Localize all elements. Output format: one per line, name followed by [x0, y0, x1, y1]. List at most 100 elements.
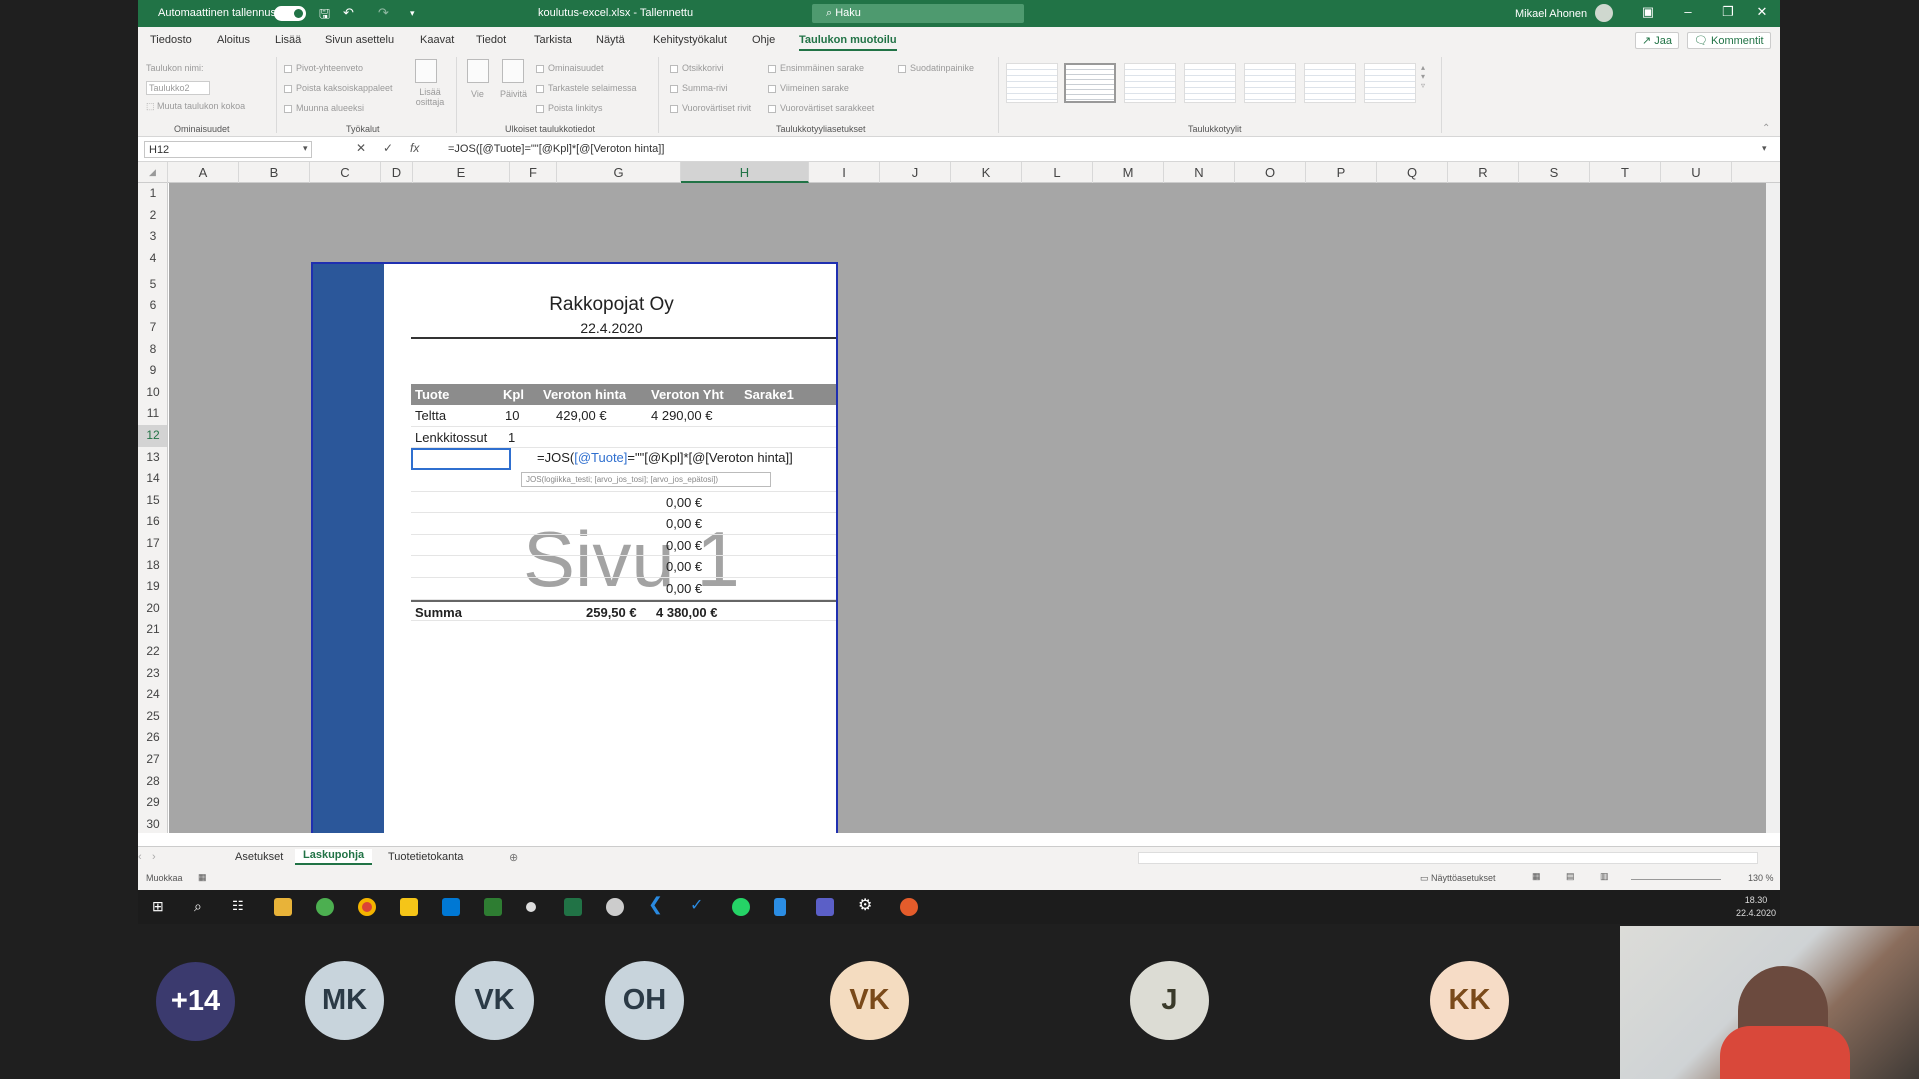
column-header[interactable]: F [510, 162, 557, 183]
undo-icon[interactable]: ↶ [343, 5, 354, 21]
search-icon[interactable]: ⌕ [194, 898, 212, 916]
cell-qty[interactable]: 10 [505, 408, 519, 423]
row-header[interactable]: 8 [138, 339, 167, 361]
task-view-icon[interactable]: ☷ [232, 898, 250, 916]
sheet-tab[interactable]: Asetukset [235, 851, 283, 863]
windows-start-icon[interactable]: ⊞ [152, 898, 170, 916]
macro-record-icon[interactable]: ▦ [198, 872, 207, 883]
tab-table-design[interactable]: Taulukon muotoilu [799, 34, 897, 51]
name-box[interactable]: H12 [144, 141, 312, 158]
selected-cell[interactable] [411, 448, 511, 470]
table-style-thumb[interactable] [1364, 63, 1416, 103]
in-cell-formula-editor[interactable]: =JOS([@Tuote]=""[@Kpl]*[@[Veroton hinta]… [537, 450, 793, 465]
header-column1[interactable]: Sarake1 [744, 387, 794, 402]
tab-home[interactable]: Aloitus [217, 34, 250, 46]
row-header[interactable]: 23 [138, 663, 167, 685]
tab-view[interactable]: Näytä [596, 34, 625, 46]
teams-icon[interactable] [816, 898, 834, 916]
table-style-thumb[interactable] [1006, 63, 1058, 103]
table-style-thumb[interactable] [1244, 63, 1296, 103]
chrome-icon[interactable] [358, 898, 376, 916]
tab-formulas[interactable]: Kaavat [420, 34, 454, 46]
filter-button-checkbox[interactable]: Suodatinpainike [898, 63, 974, 73]
row-header[interactable]: 22 [138, 641, 167, 663]
table-name-input[interactable]: Taulukko2 [146, 81, 210, 95]
header-unit-price[interactable]: Veroton hinta [543, 387, 626, 402]
column-header[interactable]: M [1093, 162, 1164, 183]
firefox-icon[interactable] [900, 898, 918, 916]
file-explorer-icon[interactable] [274, 898, 292, 916]
close-icon[interactable]: ✕ [1750, 4, 1774, 20]
company-name[interactable]: Rakkopojat Oy [313, 294, 836, 316]
customize-qat-icon[interactable]: ▾ [410, 8, 415, 19]
save-icon[interactable]: 🖫 [319, 5, 330, 27]
search-box[interactable]: ⌕ Haku [812, 4, 1024, 23]
row-header[interactable]: 21 [138, 619, 167, 641]
header-row-checkbox[interactable]: Otsikkorivi [670, 63, 724, 73]
table-style-thumb[interactable] [1184, 63, 1236, 103]
open-browser-button[interactable]: Tarkastele selaimessa [536, 83, 637, 93]
tab-page-layout[interactable]: Sivun asettelu [325, 34, 394, 46]
tab-review[interactable]: Tarkista [534, 34, 572, 46]
zoom-level[interactable]: 130 % [1748, 873, 1774, 883]
whatsapp-icon[interactable] [732, 898, 750, 916]
sheet-nav-prev-icon[interactable]: ‹ [138, 851, 142, 863]
sheet-tab[interactable]: Tuotetietokanta [388, 851, 463, 863]
row-header[interactable]: 1 [138, 183, 167, 205]
row-header[interactable]: 17 [138, 533, 167, 555]
header-qty[interactable]: Kpl [503, 387, 524, 402]
row-header[interactable]: 4 [138, 248, 167, 270]
settings-icon[interactable]: ⚙ [858, 895, 876, 914]
formula-input[interactable]: =JOS([@Tuote]=""[@Kpl]*[@[Veroton hinta]… [448, 143, 664, 155]
sheet-tab-active[interactable]: Laskupohja [295, 849, 373, 865]
banded-rows-checkbox[interactable]: Vuorovärtiset rivit [670, 103, 751, 113]
row-header[interactable]: 18 [138, 555, 167, 577]
participant-avatar[interactable]: MK [305, 961, 384, 1040]
participant-avatar[interactable]: KK [1430, 961, 1509, 1040]
page-layout-view-icon[interactable]: ▤ [1566, 871, 1575, 882]
outlook-icon[interactable] [442, 898, 460, 916]
column-header[interactable]: K [951, 162, 1022, 183]
cell-qty[interactable]: 1 [508, 430, 515, 445]
excel-icon[interactable] [564, 898, 582, 916]
select-all-corner[interactable]: ◢ [138, 162, 168, 183]
row-header[interactable]: 24 [138, 684, 167, 706]
column-header[interactable]: T [1590, 162, 1661, 183]
column-header[interactable]: U [1661, 162, 1732, 183]
comments-button[interactable]: 🗨 Kommentit [1687, 32, 1771, 49]
autosave-toggle[interactable] [274, 6, 306, 21]
ribbon-display-icon[interactable]: ▣ [1636, 4, 1660, 20]
record-icon[interactable] [526, 902, 536, 912]
row-header[interactable]: 11 [138, 403, 167, 425]
browser-icon[interactable] [316, 898, 334, 916]
row-header[interactable]: 29 [138, 792, 167, 814]
last-column-checkbox[interactable]: Viimeinen sarake [768, 83, 849, 93]
notes-app-icon[interactable] [400, 898, 418, 916]
user-name[interactable]: Mikael Ahonen [1515, 8, 1587, 20]
minimize-icon[interactable]: – [1676, 4, 1700, 19]
cell-net-total[interactable]: 0,00 € [666, 559, 702, 574]
row-header[interactable]: 30 [138, 814, 167, 833]
sheet-nav-next-icon[interactable]: › [152, 851, 156, 863]
column-header[interactable]: G [557, 162, 681, 183]
remove-duplicates-button[interactable]: Poista kaksoiskappaleet [284, 83, 393, 93]
add-sheet-icon[interactable]: ⊕ [509, 851, 518, 864]
share-button[interactable]: ↗ Jaa [1635, 32, 1680, 49]
system-clock[interactable]: 18.30 22.4.2020 [1736, 894, 1776, 920]
cell-product[interactable]: Teltta [415, 408, 446, 423]
row-header[interactable]: 13 [138, 447, 167, 469]
column-header[interactable]: O [1235, 162, 1306, 183]
export-button[interactable]: Vie [471, 89, 484, 99]
table-style-thumb-selected[interactable] [1064, 63, 1116, 103]
collapse-ribbon-icon[interactable]: ⌃ [1762, 123, 1770, 134]
zoom-slider[interactable] [1631, 879, 1721, 880]
column-header[interactable]: P [1306, 162, 1377, 183]
column-header[interactable]: N [1164, 162, 1235, 183]
column-header[interactable]: A [168, 162, 239, 183]
restore-icon[interactable]: ❐ [1716, 4, 1740, 20]
tab-data[interactable]: Tiedot [476, 34, 506, 46]
banded-columns-checkbox[interactable]: Vuorovärtiset sarakkeet [768, 103, 874, 113]
header-net-total[interactable]: Veroton Yht [651, 387, 724, 402]
row-header[interactable]: 3 [138, 226, 167, 248]
row-header[interactable]: 14 [138, 468, 167, 490]
